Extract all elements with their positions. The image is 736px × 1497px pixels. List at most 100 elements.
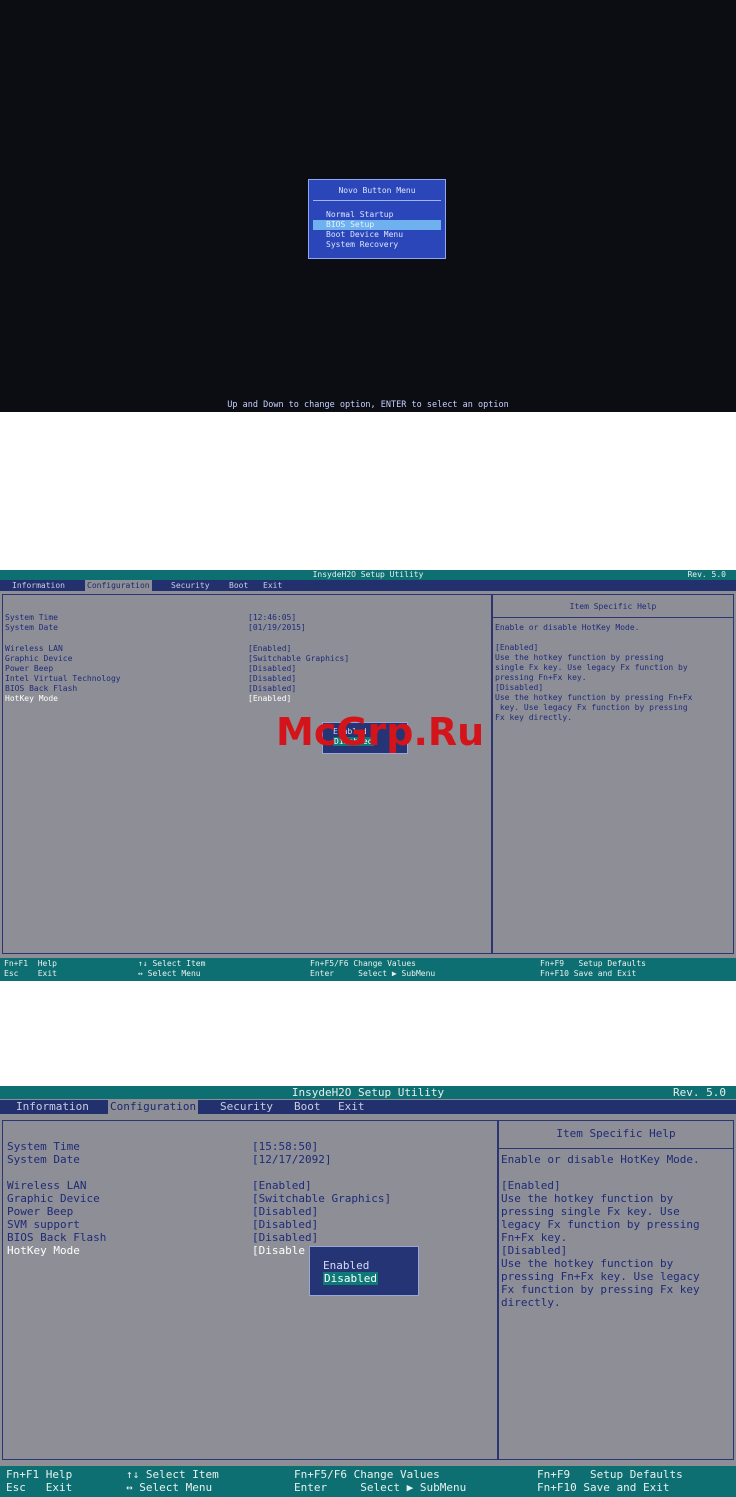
help-line: pressing Fn+Fx key. <box>495 673 587 682</box>
novo-menu-title: Novo Button Menu <box>338 186 416 195</box>
footer-key-save-exit: Fn+F10 Save and Exit <box>540 969 637 978</box>
hotkey-mode-popup: Enabled Disabled <box>309 1246 419 1296</box>
help-line: Fx key directly. <box>495 713 573 722</box>
footer-key-help: Fn+F1 Help <box>4 959 57 968</box>
novo-boot-screen: Novo Button Menu Normal Startup BIOS Set… <box>0 0 736 412</box>
settings-panel <box>2 1120 498 1460</box>
novo-item-bios-setup[interactable]: BIOS Setup <box>313 220 441 230</box>
tab-boot[interactable]: Boot <box>229 580 248 591</box>
setting-label-bios-back-flash: BIOS Back Flash <box>7 1231 107 1244</box>
bios-revision: Rev. 5.0 <box>673 1086 726 1099</box>
setting-value-graphic-device[interactable]: [Switchable Graphics] <box>252 1192 391 1205</box>
watermark: McGrp.Ru <box>276 710 485 754</box>
setting-label-graphic-device: Graphic Device <box>7 1192 100 1205</box>
bios-title-bar: InsydeH2O Setup Utility Rev. 5.0 <box>0 570 736 580</box>
setting-label-system-time: System Time <box>7 1140 80 1153</box>
setting-label-power-beep: Power Beep <box>7 1205 74 1218</box>
tab-information[interactable]: Information <box>4 580 73 591</box>
footer-key-setup-defaults: Fn+F9 Setup Defaults <box>537 1468 683 1481</box>
tab-security[interactable]: Security <box>220 1100 273 1114</box>
help-line: Enable or disable HotKey Mode. <box>501 1153 700 1166</box>
setting-value-system-time[interactable]: [15:58:50] <box>252 1140 318 1153</box>
setting-label-intel-virtual-technology: Intel Virtual Technology <box>5 674 121 683</box>
tab-exit[interactable]: Exit <box>338 1100 365 1114</box>
bios-tab-bar: Information Configuration Security Boot … <box>0 1100 736 1114</box>
setting-label-system-date: System Date <box>5 623 58 632</box>
footer-key-change-values: Fn+F5/F6 Change Values <box>294 1468 440 1481</box>
footer-key-select-menu: ↔ Select Menu <box>138 969 201 978</box>
setting-value-hotkey-mode[interactable]: [Enabled] <box>248 694 291 703</box>
help-title: Item Specific Help <box>556 1127 676 1140</box>
help-line: Fx function by pressing Fx key <box>501 1283 700 1296</box>
footer-key-select-menu: ↔ Select Menu <box>126 1481 213 1494</box>
setting-label-hotkey-mode: HotKey Mode <box>5 694 58 703</box>
help-divider <box>493 617 733 618</box>
setting-value-system-time[interactable]: [12:46:05] <box>248 613 296 622</box>
tab-information[interactable]: Information <box>16 1100 89 1114</box>
setting-label-system-date: System Date <box>7 1153 80 1166</box>
novo-button-menu: Novo Button Menu Normal Startup BIOS Set… <box>308 179 446 259</box>
setting-label-svm-support: SVM support <box>7 1218 80 1231</box>
help-line: Fn+Fx key. <box>501 1231 568 1244</box>
setting-label-graphic-device: Graphic Device <box>5 654 73 663</box>
setting-value-power-beep[interactable]: [Disabled] <box>252 1205 318 1218</box>
setting-value-intel-virtual-technology[interactable]: [Disabled] <box>248 674 296 683</box>
help-line: [Disabled] <box>501 1244 568 1257</box>
tab-configuration[interactable]: Configuration <box>108 1100 199 1114</box>
footer-key-submenu: Enter Select ▶ SubMenu <box>294 1481 467 1494</box>
novo-item-system-recovery[interactable]: System Recovery <box>313 240 441 250</box>
settings-panel <box>2 594 492 954</box>
novo-menu-divider <box>313 200 441 201</box>
bios-revision: Rev. 5.0 <box>687 570 726 579</box>
footer-key-change-values: Fn+F5/F6 Change Values <box>310 959 416 968</box>
help-line: [Disabled] <box>495 683 544 692</box>
setting-label-system-time: System Time <box>5 613 58 622</box>
bios-title-bar: InsydeH2O Setup Utility Rev. 5.0 <box>0 1086 736 1099</box>
setting-value-svm-support[interactable]: [Disabled] <box>252 1218 318 1231</box>
setting-value-bios-back-flash[interactable]: [Disabled] <box>248 684 296 693</box>
setting-label-wireless-lan: Wireless LAN <box>7 1179 87 1192</box>
help-line: Use the hotkey function by <box>501 1257 674 1270</box>
bios-footer: Fn+F1 Help Esc Exit ↑↓ Select Item ↔ Sel… <box>0 958 736 981</box>
setting-label-wireless-lan: Wireless LAN <box>5 644 63 653</box>
footer-key-setup-defaults: Fn+F9 Setup Defaults <box>540 959 646 968</box>
footer-key-exit: Esc Exit <box>4 969 57 978</box>
footer-key-select-item: ↑↓ Select Item <box>138 959 206 968</box>
help-line: single Fx key. Use legacy Fx function by <box>495 663 688 672</box>
setting-value-system-date[interactable]: [12/17/2092] <box>252 1153 331 1166</box>
help-line: key. Use legacy Fx function by pressing <box>495 703 688 712</box>
novo-item-normal-startup[interactable]: Normal Startup <box>313 210 441 220</box>
footer-key-submenu: Enter Select ▶ SubMenu <box>310 969 436 978</box>
help-line: pressing single Fx key. Use <box>501 1205 680 1218</box>
setting-value-wireless-lan[interactable]: [Enabled] <box>252 1179 312 1192</box>
help-line: Use the hotkey function by pressing <box>495 653 664 662</box>
help-divider <box>499 1148 733 1149</box>
setting-value-hotkey-mode[interactable]: [Disable <box>252 1244 305 1257</box>
setting-value-power-beep[interactable]: [Disabled] <box>248 664 296 673</box>
help-line: directly. <box>501 1296 561 1309</box>
bios-setup-screen-2: InsydeH2O Setup Utility Rev. 5.0 Informa… <box>0 1086 736 1497</box>
setting-label-hotkey-mode: HotKey Mode <box>7 1244 80 1257</box>
footer-key-save-exit: Fn+F10 Save and Exit <box>537 1481 670 1494</box>
bios-title: InsydeH2O Setup Utility <box>291 1086 445 1099</box>
help-line: [Enabled] <box>495 643 539 652</box>
setting-value-system-date[interactable]: [01/19/2015] <box>248 623 306 632</box>
tab-configuration[interactable]: Configuration <box>85 580 152 591</box>
setting-value-graphic-device[interactable]: [Switchable Graphics] <box>248 654 349 663</box>
setting-label-bios-back-flash: BIOS Back Flash <box>5 684 78 693</box>
bios-title: InsydeH2O Setup Utility <box>312 570 424 579</box>
help-line: Use the hotkey function by pressing Fn+F… <box>495 693 693 702</box>
novo-item-boot-device-menu[interactable]: Boot Device Menu <box>313 230 441 240</box>
footer-key-help: Fn+F1 Help <box>6 1468 73 1481</box>
setting-value-bios-back-flash[interactable]: [Disabled] <box>252 1231 318 1244</box>
help-line: legacy Fx function by pressing <box>501 1218 700 1231</box>
novo-hint-text: Up and Down to change option, ENTER to s… <box>227 400 509 410</box>
bios-footer: Fn+F1 Help Esc Exit ↑↓ Select Item ↔ Sel… <box>0 1466 736 1497</box>
help-line: Enable or disable HotKey Mode. <box>495 623 640 632</box>
tab-exit[interactable]: Exit <box>263 580 282 591</box>
setting-value-wireless-lan[interactable]: [Enabled] <box>248 644 291 653</box>
tab-boot[interactable]: Boot <box>294 1100 321 1114</box>
popup-option-disabled[interactable]: Disabled <box>323 1272 378 1285</box>
tab-security[interactable]: Security <box>171 580 210 591</box>
popup-option-enabled[interactable]: Enabled <box>323 1259 369 1272</box>
